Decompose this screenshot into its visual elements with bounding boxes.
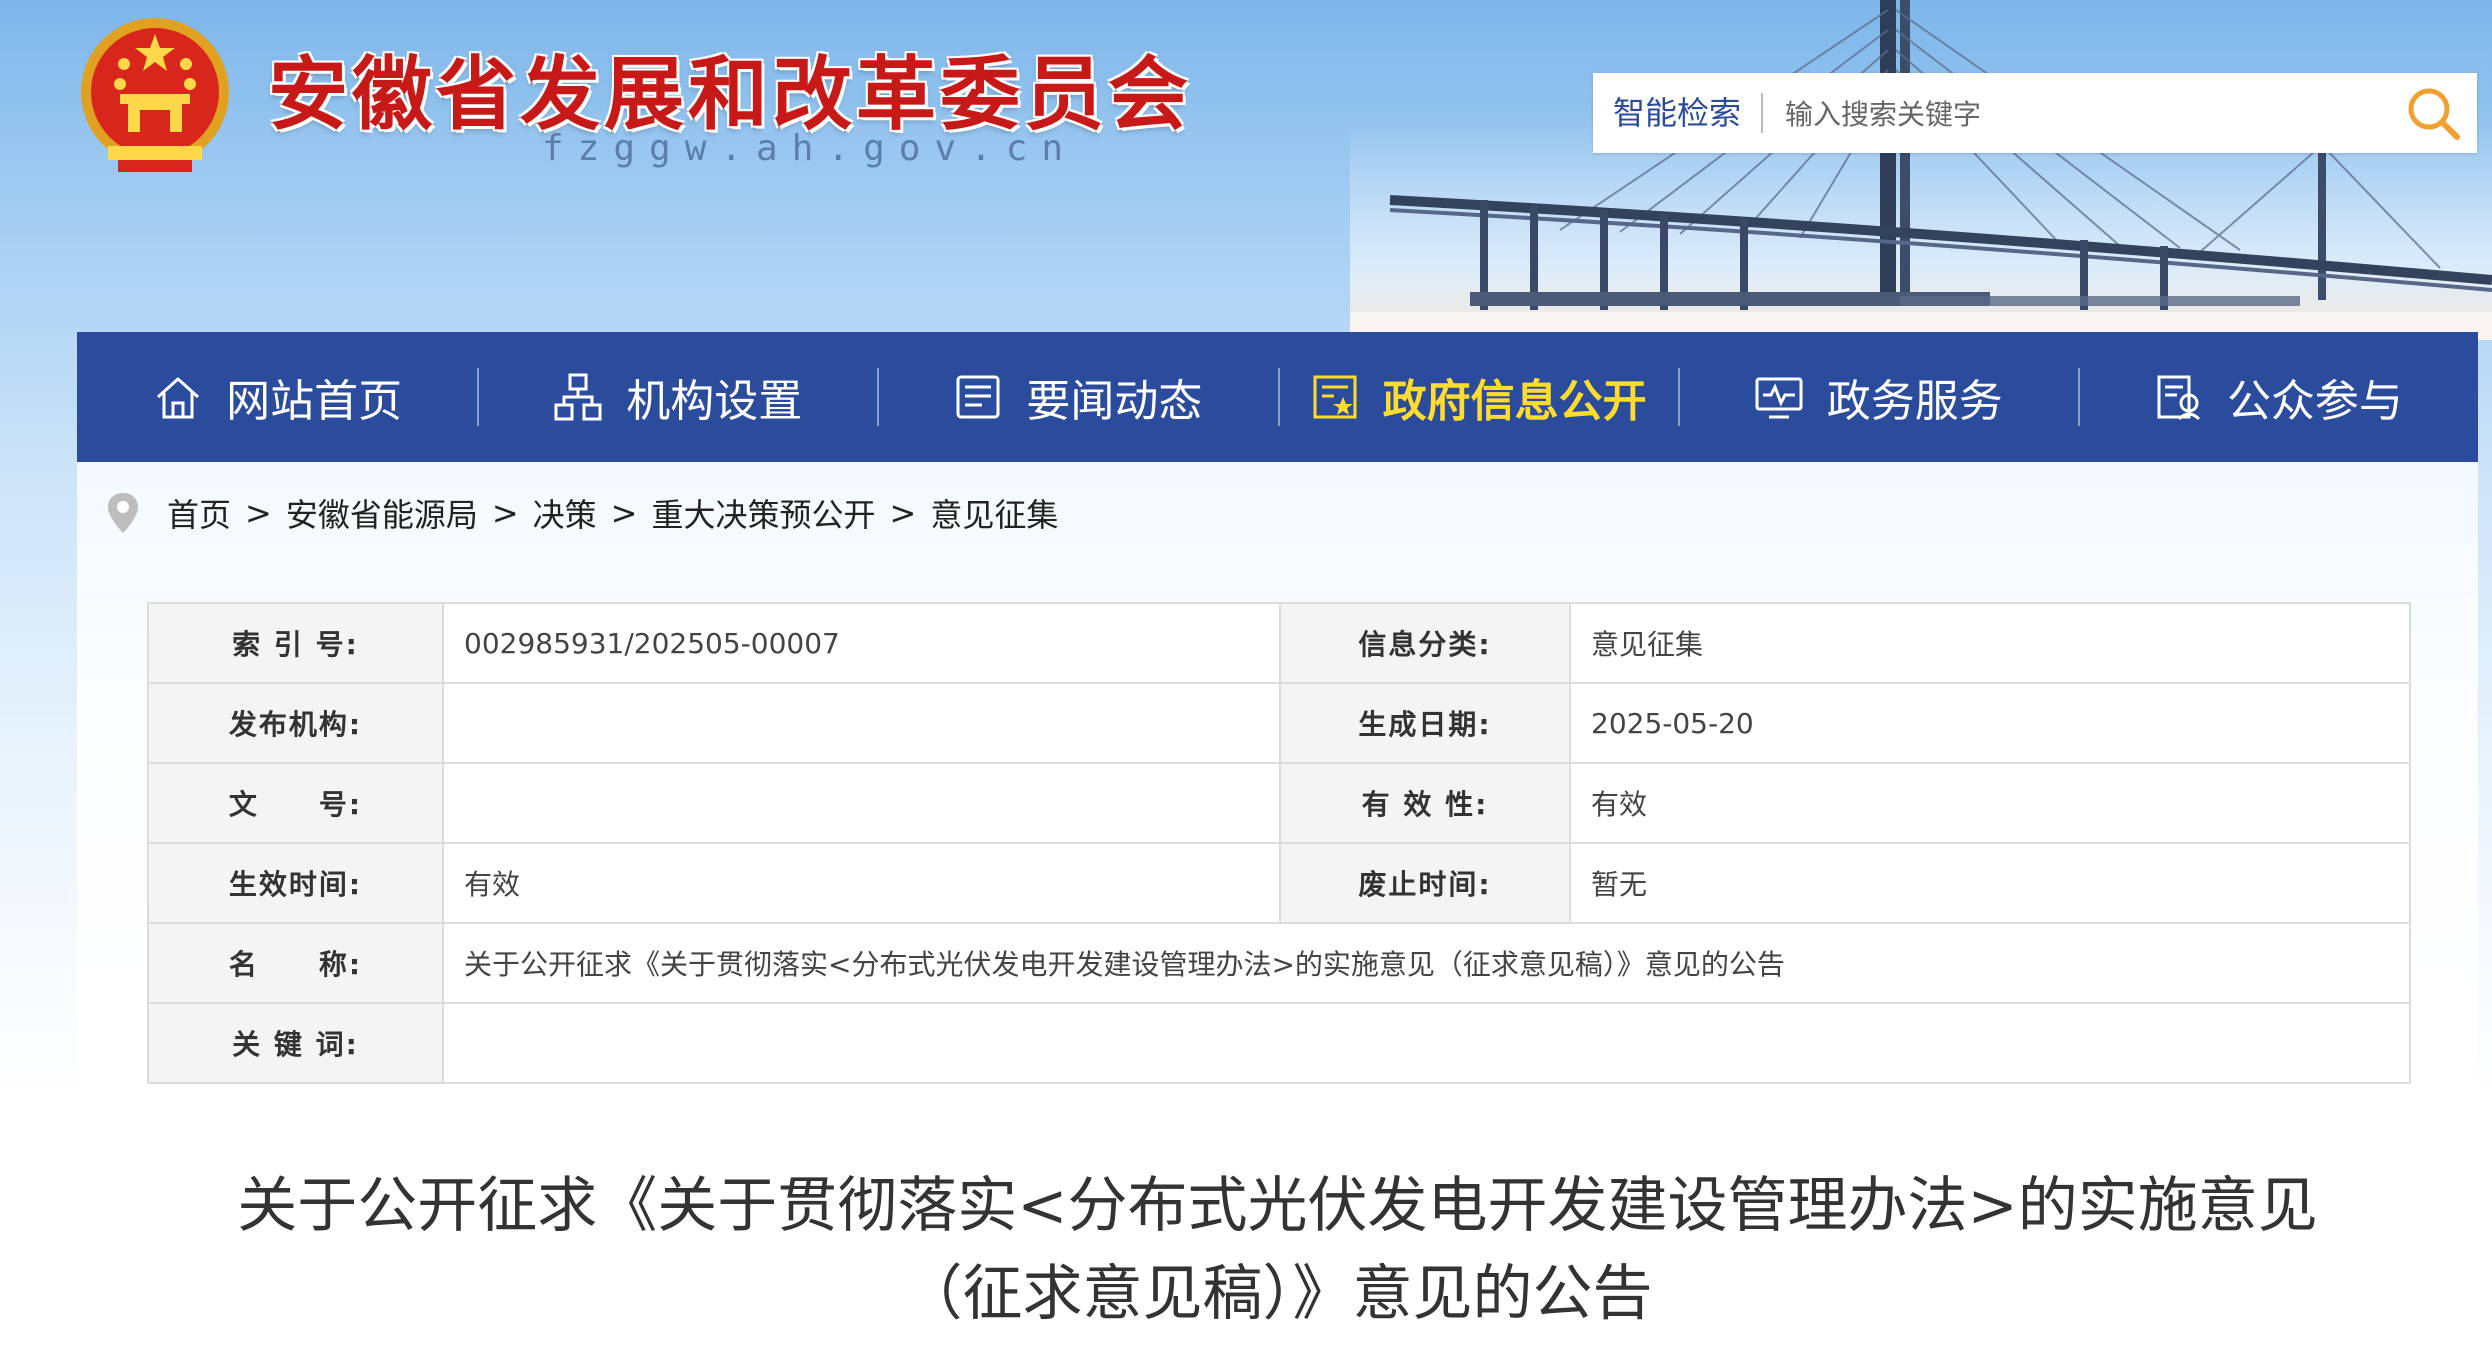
breadcrumb-separator: > (245, 494, 272, 532)
search-input[interactable] (1783, 87, 2347, 141)
search-bar: 智能检索 (1593, 73, 2477, 153)
search-divider (1761, 93, 1763, 133)
nav-label-services: 政务服务 (1826, 376, 2003, 427)
article-title-line-2: （征求意见稿）》意见的公告 (902, 1259, 1653, 1329)
main-nav: 网站首页 机构设置 要闻动态 政府信息公开 政务服务 公众参与 (77, 332, 2478, 462)
site-domain: fzggw.ah.gov.cn (542, 128, 1078, 169)
breadcrumb-major-decision[interactable]: 重大决策预公开 (651, 490, 875, 536)
news-icon (956, 375, 1000, 419)
info-disclosure-icon (1313, 375, 1357, 419)
keywords-value (442, 1002, 2411, 1084)
nav-item-public-participation[interactable]: 公众参与 (2077, 332, 2478, 462)
nav-item-info-disclosure[interactable]: 政府信息公开 (1277, 332, 1678, 462)
location-pin-icon (108, 493, 138, 533)
national-emblem-logo (81, 18, 229, 172)
nav-label-info-disclosure: 政府信息公开 (1382, 376, 1647, 427)
search-icon[interactable] (2403, 83, 2463, 143)
date-value: 2025-05-20 (1569, 682, 2411, 764)
doc-no-value (442, 762, 1281, 844)
breadcrumb-energy-bureau[interactable]: 安徽省能源局 (286, 490, 478, 536)
table-row: 发布机构: 生成日期: 2025-05-20 (147, 682, 2411, 764)
nav-item-organization[interactable]: 机构设置 (477, 332, 877, 462)
effective-time-value: 有效 (442, 842, 1281, 924)
breadcrumb: 首页 > 安徽省能源局 > 决策 > 重大决策预公开 > 意见征集 (105, 490, 1058, 536)
date-label: 生成日期: (1279, 682, 1571, 764)
table-row: 关 键 词: (147, 1002, 2411, 1084)
nav-label-organization: 机构设置 (626, 376, 803, 427)
org-chart-icon (554, 373, 602, 421)
index-no-value: 002985931/202505-00007 (442, 602, 1281, 684)
nav-label-news: 要闻动态 (1026, 376, 1203, 427)
effective-time-label: 生效时间: (147, 842, 444, 924)
doc-no-label: 文 号: (147, 762, 444, 844)
nav-item-services[interactable]: 政务服务 (1677, 332, 2078, 462)
publisher-label: 发布机构: (147, 682, 444, 764)
home-icon (157, 377, 200, 419)
table-row: 索 引 号: 002985931/202505-00007 信息分类: 意见征集 (147, 602, 2411, 684)
repeal-time-label: 废止时间: (1279, 842, 1571, 924)
nav-item-home[interactable]: 网站首页 (77, 332, 477, 462)
name-label: 名 称: (147, 922, 444, 1004)
nav-label-public-participation: 公众参与 (2226, 376, 2403, 427)
repeal-time-value: 暂无 (1569, 842, 2411, 924)
table-row: 生效时间: 有效 废止时间: 暂无 (147, 842, 2411, 924)
breadcrumb-separator: > (610, 494, 638, 532)
table-row: 名 称: 关于公开征求《关于贯彻落实<分布式光伏发电开发建设管理办法>的实施意见… (147, 922, 2411, 1004)
breadcrumb-home[interactable]: 首页 (167, 490, 231, 536)
breadcrumb-separator: > (889, 494, 917, 532)
service-monitor-icon (1755, 377, 1803, 419)
publisher-value (442, 682, 1281, 764)
breadcrumb-opinion-collection[interactable]: 意见征集 (930, 490, 1058, 536)
table-row: 文 号: 有 效 性: 有效 (147, 762, 2411, 844)
breadcrumb-separator: > (491, 494, 519, 532)
content-panel: 首页 > 安徽省能源局 > 决策 > 重大决策预公开 > 意见征集 索 引 号:… (77, 462, 2478, 1370)
keywords-label: 关 键 词: (147, 1002, 444, 1084)
nav-label-home: 网站首页 (226, 376, 403, 427)
breadcrumb-decision[interactable]: 决策 (533, 490, 597, 536)
article-title-line-1: 关于公开征求《关于贯彻落实<分布式光伏发电开发建设管理办法>的实施意见 (237, 1171, 2318, 1241)
search-label: 智能检索 (1613, 94, 1742, 132)
validity-label: 有 效 性: (1279, 762, 1571, 844)
public-participation-icon (2157, 375, 2200, 421)
index-no-label: 索 引 号: (147, 602, 444, 684)
name-value: 关于公开征求《关于贯彻落实<分布式光伏发电开发建设管理办法>的实施意见（征求意见… (442, 922, 2411, 1004)
nav-item-news[interactable]: 要闻动态 (877, 332, 1277, 462)
document-metadata-table: 索 引 号: 002985931/202505-00007 信息分类: 意见征集… (147, 602, 2411, 1084)
article-title: 关于公开征求《关于贯彻落实<分布式光伏发电开发建设管理办法>的实施意见 （征求意… (77, 1162, 2478, 1338)
category-value: 意见征集 (1569, 602, 2411, 684)
validity-value: 有效 (1569, 762, 2411, 844)
category-label: 信息分类: (1279, 602, 1571, 684)
